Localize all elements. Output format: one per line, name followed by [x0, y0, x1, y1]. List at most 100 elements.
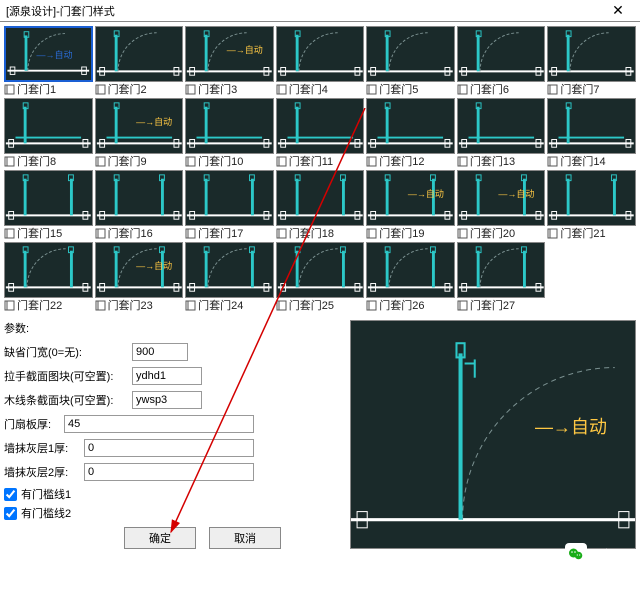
- door-style-16[interactable]: 门套门16: [95, 170, 184, 240]
- door-icon: [4, 156, 15, 167]
- door-style-17[interactable]: 门套门17: [185, 170, 274, 240]
- thumb-label: 门套门6: [470, 81, 509, 97]
- thumb-label: 门套门3: [198, 81, 237, 97]
- thumb-label: 门套门4: [289, 81, 328, 97]
- cancel-button[interactable]: 取消: [209, 527, 281, 549]
- thumb-label: 门套门11: [289, 153, 333, 169]
- door-style-6[interactable]: 门套门6: [457, 26, 546, 96]
- wood-input[interactable]: [132, 391, 202, 409]
- params-heading: 参数:: [4, 320, 344, 336]
- door-icon: [95, 300, 106, 311]
- door-icon: [95, 228, 106, 239]
- thumb-label: 门套门18: [289, 225, 334, 241]
- thumb-label: 门套门7: [560, 81, 599, 97]
- leaf-label: 门扇板厚:: [4, 416, 64, 432]
- thumb-label: 门套门27: [470, 297, 515, 313]
- door-style-21[interactable]: 门套门21: [547, 170, 636, 240]
- width-input[interactable]: [132, 343, 188, 361]
- door-style-27[interactable]: 门套门27: [457, 242, 546, 312]
- door-icon: [185, 300, 196, 311]
- watermark-text: 设极圈: [593, 546, 626, 562]
- wood-label: 木线条截面块(可空置):: [4, 392, 132, 408]
- thumb-label: 门套门12: [379, 153, 424, 169]
- door-style-23[interactable]: —→自动 门套门23: [95, 242, 184, 312]
- chk1-label: 有门槛线1: [21, 486, 71, 502]
- thumb-label: 门套门10: [198, 153, 243, 169]
- ok-button[interactable]: 确定: [124, 527, 196, 549]
- door-style-11[interactable]: 门套门11: [276, 98, 365, 168]
- thumb-label: 门套门14: [560, 153, 605, 169]
- door-icon: [366, 156, 377, 167]
- thumb-label: 门套门26: [379, 297, 424, 313]
- plaster2-input[interactable]: [84, 463, 254, 481]
- door-style-10[interactable]: 门套门10: [185, 98, 274, 168]
- watermark: 设极圈: [565, 543, 626, 565]
- door-icon: [547, 228, 558, 239]
- door-style-25[interactable]: 门套门25: [276, 242, 365, 312]
- door-style-13[interactable]: 门套门13: [457, 98, 546, 168]
- width-label: 缺省门宽(0=无):: [4, 344, 132, 360]
- door-style-5[interactable]: 门套门5: [366, 26, 455, 96]
- chk2-label: 有门槛线2: [21, 505, 71, 521]
- door-style-18[interactable]: 门套门18: [276, 170, 365, 240]
- thumb-label: 门套门17: [198, 225, 243, 241]
- door-style-15[interactable]: 门套门15: [4, 170, 93, 240]
- door-icon: [457, 156, 468, 167]
- door-icon: [366, 300, 377, 311]
- close-button[interactable]: ✕: [596, 0, 640, 22]
- door-icon: [95, 84, 106, 95]
- wechat-icon: [565, 543, 587, 565]
- door-style-7[interactable]: 门套门7: [547, 26, 636, 96]
- thumb-label: 门套门21: [560, 225, 605, 241]
- door-icon: [4, 228, 15, 239]
- door-style-2[interactable]: 门套门2: [95, 26, 184, 96]
- door-icon: [276, 300, 287, 311]
- plaster2-label: 墙抹灰层2厚:: [4, 464, 84, 480]
- thumb-label: 门套门24: [198, 297, 243, 313]
- chk1-checkbox[interactable]: [4, 488, 17, 501]
- door-style-20[interactable]: —→自动 门套门20: [457, 170, 546, 240]
- window-title: [源泉设计]-门套门样式: [6, 3, 115, 19]
- params-panel: 参数: 缺省门宽(0=无): 拉手截面图块(可空置): 木线条截面块(可空置):…: [4, 320, 344, 549]
- door-icon: [547, 156, 558, 167]
- plaster1-input[interactable]: [84, 439, 254, 457]
- door-style-24[interactable]: 门套门24: [185, 242, 274, 312]
- door-style-26[interactable]: 门套门26: [366, 242, 455, 312]
- thumb-label: 门套门20: [470, 225, 515, 241]
- door-icon: [366, 228, 377, 239]
- door-style-4[interactable]: 门套门4: [276, 26, 365, 96]
- door-icon: [276, 156, 287, 167]
- thumb-label: 门套门15: [17, 225, 62, 241]
- door-style-14[interactable]: 门套门14: [547, 98, 636, 168]
- preview-auto-label: —→自动: [535, 413, 607, 439]
- handle-input[interactable]: [132, 367, 202, 385]
- handle-label: 拉手截面图块(可空置):: [4, 368, 132, 384]
- thumb-label: 门套门23: [108, 297, 153, 313]
- door-icon: [4, 84, 15, 95]
- leaf-input[interactable]: [64, 415, 254, 433]
- door-style-12[interactable]: 门套门12: [366, 98, 455, 168]
- door-icon: [185, 84, 196, 95]
- thumb-label: 门套门19: [379, 225, 424, 241]
- door-icon: [185, 156, 196, 167]
- door-style-1[interactable]: —→自动 门套门1: [4, 26, 93, 96]
- door-icon: [95, 156, 106, 167]
- door-style-3[interactable]: —→自动 门套门3: [185, 26, 274, 96]
- thumb-label: 门套门22: [17, 297, 62, 313]
- thumb-label: 门套门9: [108, 153, 147, 169]
- thumb-label: 门套门8: [17, 153, 56, 169]
- door-style-19[interactable]: —→自动 门套门19: [366, 170, 455, 240]
- thumb-label: 门套门2: [108, 81, 147, 97]
- chk2-checkbox[interactable]: [4, 507, 17, 520]
- door-icon: [185, 228, 196, 239]
- door-icon: [276, 228, 287, 239]
- door-icon: [366, 84, 377, 95]
- door-icon: [4, 300, 15, 311]
- door-style-22[interactable]: 门套门22: [4, 242, 93, 312]
- door-style-9[interactable]: —→自动 门套门9: [95, 98, 184, 168]
- thumb-label: 门套门13: [470, 153, 515, 169]
- door-style-8[interactable]: 门套门8: [4, 98, 93, 168]
- door-icon: [457, 300, 468, 311]
- plaster1-label: 墙抹灰层1厚:: [4, 440, 84, 456]
- door-icon: [276, 84, 287, 95]
